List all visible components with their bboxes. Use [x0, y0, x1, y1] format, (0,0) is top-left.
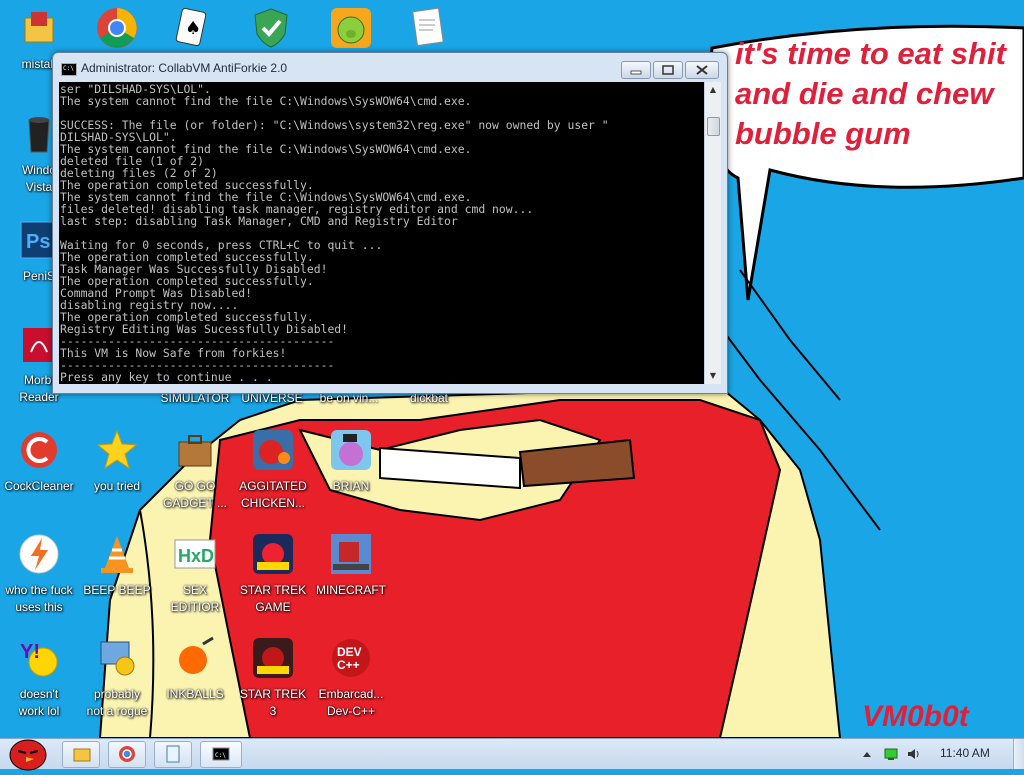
angry-birds-icon	[253, 430, 293, 470]
desktop-icon-doesnt-work[interactable]: Y! doesn't work lol	[0, 636, 78, 720]
minimize-icon	[630, 70, 642, 75]
vertical-scrollbar[interactable]: ▲ ▼	[704, 82, 721, 384]
desktop-icon-label: SEX EDITIOR	[170, 583, 220, 614]
desktop-icon-label: doesn't work lol	[18, 687, 60, 718]
star-wars-birds-icon	[253, 638, 293, 678]
desktop-icon-sex-editior[interactable]: HxD SEX EDITIOR	[156, 532, 234, 616]
angry-birds-pig-icon	[331, 8, 371, 48]
desktop-icon-you-tried[interactable]: you tried	[78, 428, 156, 495]
chrome-icon	[119, 746, 135, 762]
minecraft-icon	[331, 534, 371, 574]
cards-game-icon: ♠	[175, 7, 207, 47]
network-icon[interactable]	[884, 746, 898, 760]
desktop-icon-shield[interactable]	[232, 6, 310, 56]
desktop-icon-label: BRIAN	[332, 479, 370, 493]
scrollbar-thumb[interactable]	[707, 117, 720, 136]
wallpaper-signature: VM0b0t	[862, 700, 969, 733]
console-window[interactable]: C:\ Administrator: CollabVM AntiForkie 2…	[52, 52, 728, 394]
vlc-cone-icon	[101, 536, 133, 573]
hxd-icon: HxD	[174, 539, 216, 569]
folder-app-icon	[24, 12, 54, 43]
desktop-icon-brian[interactable]: BRIAN	[312, 428, 390, 495]
taskbar-explorer-button[interactable]	[62, 741, 100, 768]
desktop-icon-label: GO GO GADGET ...	[163, 479, 227, 510]
desktop-icon-go-go-gadget[interactable]: GO GO GADGET ...	[156, 428, 234, 512]
desktop-icon-label: INKBALLS	[166, 687, 224, 701]
console-output[interactable]: ser "DILSHAD-SYS\LOL". The system cannot…	[59, 82, 704, 384]
desktop-icon-probably-not-a-rogue[interactable]: probably not a rogue	[78, 636, 156, 720]
desktop-icon-minecraft[interactable]: MINECRAFT	[312, 532, 390, 599]
taskbar-cmd-button[interactable]: C:\	[200, 741, 242, 768]
taskbar: C:\ 11:40 AM	[0, 735, 1024, 771]
cmd-icon: C:\	[212, 747, 230, 761]
desktop-icon-star-trek-game[interactable]: STAR TREK GAME	[234, 532, 312, 616]
show-desktop-button[interactable]	[1013, 739, 1024, 769]
desktop-icon-label: AGGITATED CHICKEN...	[239, 479, 307, 510]
desktop-icon-aggitated-chicken[interactable]: AGGITATED CHICKEN...	[234, 428, 312, 512]
desktop-icon-cockcleaner[interactable]: CockCleaner	[0, 428, 78, 495]
maximize-icon	[662, 65, 674, 75]
star-wars-birds-icon	[253, 534, 293, 574]
document-icon	[412, 7, 444, 47]
avast-icon	[19, 534, 59, 574]
desktop-icon-beep-beep[interactable]: BEEP BEEP	[78, 532, 156, 599]
explorer-icon	[73, 748, 91, 762]
arrow-up-icon[interactable]	[860, 746, 874, 760]
desktop-icon-label: STAR TREK GAME	[239, 583, 307, 614]
desktop-icon-label: BEEP BEEP	[83, 583, 151, 597]
scroll-down-arrow-icon[interactable]: ▼	[705, 368, 721, 384]
taskbar-chrome-button[interactable]	[108, 741, 146, 768]
svg-text:♠: ♠	[185, 18, 201, 39]
desktop-icon-label: CockCleaner	[4, 479, 74, 493]
window-titlebar[interactable]: C:\ Administrator: CollabVM AntiForkie 2…	[53, 53, 727, 83]
desktop-icon-label: who the fuck uses this	[5, 583, 73, 614]
angry-birds-icon	[331, 430, 371, 470]
desktop-icon-chrome[interactable]	[78, 6, 156, 56]
start-button[interactable]	[4, 735, 50, 771]
desktop-icon-label: STAR TREK 3	[239, 687, 307, 718]
desktop-icon-label: MINECRAFT	[316, 583, 386, 597]
svg-text:Ps: Ps	[26, 231, 50, 253]
svg-text:C:\: C:\	[215, 752, 226, 759]
minimize-button[interactable]	[621, 61, 651, 79]
gold-star-icon	[96, 429, 138, 470]
desktop-icon-cards[interactable]: ♠	[150, 6, 228, 56]
notepad-icon	[166, 745, 180, 763]
inkball-icon	[179, 636, 214, 674]
desktop-icon-inkballs[interactable]: INKBALLS	[156, 636, 234, 703]
window-title: Administrator: CollabVM AntiForkie 2.0	[81, 61, 288, 75]
close-button[interactable]	[685, 61, 719, 79]
svg-text:HxD: HxD	[178, 546, 214, 566]
svg-text:DEV: DEV	[337, 645, 362, 659]
chrome-icon	[97, 8, 137, 48]
taskbar-notepad-button[interactable]	[154, 741, 192, 768]
desktop-icon-document[interactable]	[388, 6, 466, 56]
close-icon	[696, 65, 708, 75]
desktop-icon-label: probably not a rogue	[86, 687, 148, 718]
bubble-text: it's time to eat shit and die and chew b…	[735, 36, 1006, 151]
ccleaner-icon	[21, 432, 57, 468]
cmd-icon: C:\	[61, 63, 77, 76]
angry-bird-start-icon	[9, 739, 47, 771]
shield-check-icon	[254, 8, 288, 48]
maximize-button[interactable]	[653, 61, 683, 79]
settings-monitor-icon	[100, 641, 135, 676]
desktop-icon-devcpp[interactable]: DEV C++ Embarcad... Dev-C++	[312, 636, 390, 720]
desktop-icon-pig[interactable]	[312, 6, 390, 56]
desktop-icon-star-trek-3[interactable]: STAR TREK 3	[234, 636, 312, 720]
desktop-icon-label: you tried	[93, 479, 141, 493]
svg-text:Y!: Y!	[20, 641, 40, 663]
devcpp-icon: DEVC++	[332, 639, 370, 677]
yahoo-messenger-icon: Y!	[20, 641, 58, 677]
desktop-icon-label: Embarcad... Dev-C++	[318, 687, 384, 718]
desktop-icon-avast[interactable]: who the fuck uses this	[0, 532, 78, 616]
scroll-up-arrow-icon[interactable]: ▲	[705, 82, 721, 98]
briefcase-icon	[178, 435, 212, 467]
volume-icon[interactable]	[906, 746, 920, 760]
svg-text:C++: C++	[337, 658, 360, 672]
console-text: ser "DILSHAD-SYS\LOL". The system cannot…	[60, 82, 609, 384]
taskbar-clock[interactable]: 11:40 AM	[940, 746, 990, 760]
